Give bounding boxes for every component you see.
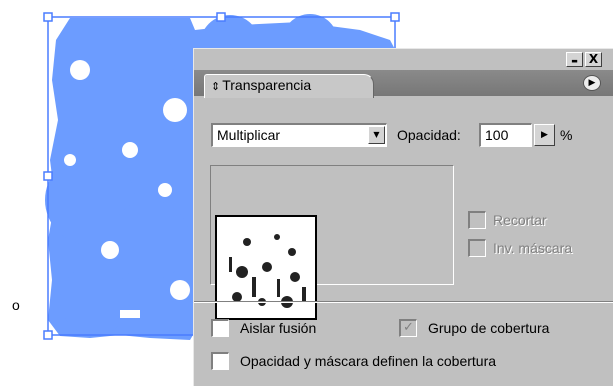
opacity-slider-button[interactable]: ▶ <box>534 124 555 146</box>
clip-label: Recortar <box>493 212 547 228</box>
double-arrow-icon: ⇕ <box>211 80 221 93</box>
transparency-panel: ▬ X ⇕ Transparencia ▶ Multiplicar ▼ Opaci… <box>193 48 613 386</box>
chevron-down-icon[interactable]: ▼ <box>368 126 385 144</box>
minimize-icon: ▬ <box>571 57 578 65</box>
isolate-blending-label: Aislar fusión <box>240 320 317 336</box>
opacity-unit: % <box>560 127 573 143</box>
bullet-marker: o <box>12 297 20 313</box>
isolate-blending-checkbox[interactable] <box>211 319 229 337</box>
panel-menu-button[interactable]: ▶ <box>583 75 601 91</box>
knockout-group-checkbox[interactable]: ✓ <box>399 319 417 337</box>
opacity-value: 100 <box>485 127 509 143</box>
knockout-group-label: Grupo de cobertura <box>428 320 550 336</box>
close-button[interactable]: X <box>585 52 602 67</box>
blend-mode-select[interactable]: Multiplicar ▼ <box>211 123 387 147</box>
check-icon: ✓ <box>403 320 414 335</box>
panel-tab-strip: ⇕ Transparencia ▶ <box>194 70 613 98</box>
opacity-label: Opacidad: <box>397 127 461 143</box>
tab-label: Transparencia <box>222 77 312 93</box>
panel-title-bar[interactable]: ▬ X <box>194 49 613 69</box>
chevron-right-icon: ▶ <box>541 130 548 140</box>
panel-menu-icon: ▶ <box>588 78 596 88</box>
divider <box>194 301 613 303</box>
opacity-mask-knockout-checkbox[interactable] <box>211 352 229 370</box>
blend-mode-value: Multiplicar <box>217 127 281 143</box>
close-icon: X <box>588 52 599 66</box>
opacity-mask-knockout-label: Opacidad y máscara definen la cobertura <box>240 353 497 369</box>
invert-mask-checkbox[interactable] <box>468 239 486 257</box>
artwork-thumbnail[interactable] <box>215 215 317 320</box>
tab-transparencia[interactable]: ⇕ Transparencia <box>204 74 374 98</box>
opacity-input[interactable]: 100 <box>479 123 532 147</box>
clip-checkbox[interactable] <box>468 211 486 229</box>
minimize-button[interactable]: ▬ <box>566 52 583 67</box>
invert-mask-label: Inv. máscara <box>493 240 573 256</box>
